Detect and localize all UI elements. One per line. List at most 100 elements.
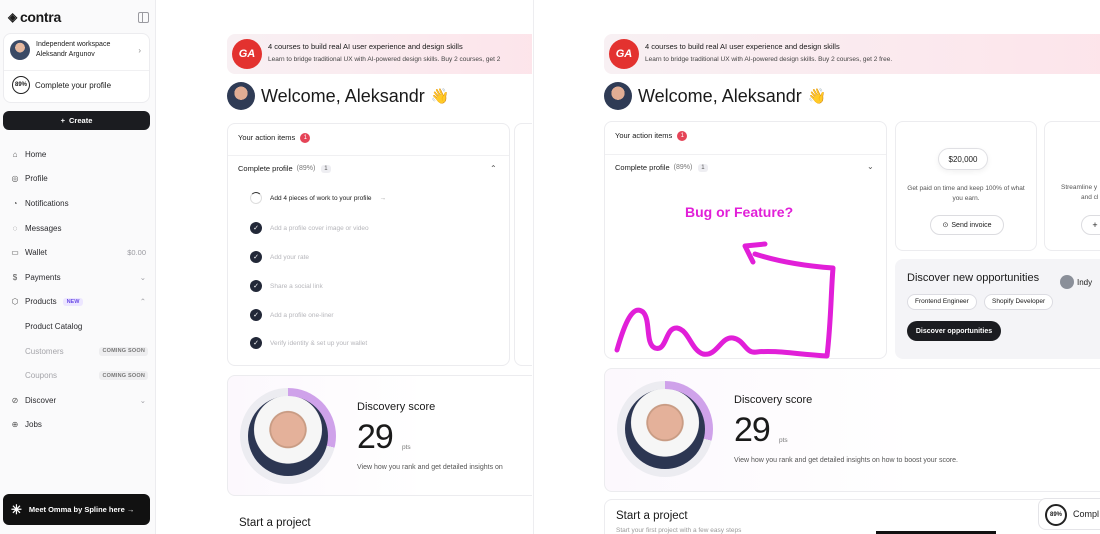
ga-logo: GA (609, 39, 639, 69)
start-project-card[interactable]: Start a project Start your first project… (604, 499, 1100, 534)
count-badge: 1 (677, 131, 688, 142)
count-badge: 1 (300, 133, 311, 144)
dashboard-panel-left: GA 4 courses to build real AI user exper… (157, 0, 532, 534)
invoice-icon: ⊙ (942, 222, 949, 229)
opportunity-tag[interactable]: Shopify Developer (984, 294, 1054, 310)
chevron-down-icon[interactable]: ⌄ (867, 162, 874, 171)
promo-banner[interactable]: GA 4 courses to build real AI user exper… (227, 34, 532, 74)
action-items-title: Your action items 1 (238, 133, 311, 144)
discovery-description: View how you rank and get detailed insig… (357, 464, 503, 471)
indy-chip: Indy (1060, 275, 1092, 289)
wallet-balance: $0.00 (127, 248, 146, 258)
profile-icon: ◎ (11, 174, 19, 184)
promo-banner[interactable]: GA 4 courses to build real AI user exper… (604, 34, 1100, 74)
wave-emoji: 👋 (430, 88, 450, 105)
collapse-sidebar-icon[interactable] (138, 12, 149, 23)
spline-logo-icon: ✳ (11, 501, 22, 517)
welcome-heading: Welcome, Aleksandr 👋 (227, 82, 449, 110)
chevron-down-icon: ⌄ (139, 395, 146, 405)
sidebar-item-jobs[interactable]: ⊕ Jobs (0, 413, 156, 438)
sidebar-item-customers: Customers COMING SOON (0, 339, 156, 364)
promo-title: 4 courses to build real AI user experien… (645, 42, 840, 51)
contra-logo-icon: ◈ (8, 10, 17, 24)
sidebar-item-payments[interactable]: $ Payments ⌄ (0, 265, 156, 290)
feature-text: Streamline y (1061, 184, 1098, 191)
discovery-score: 29 (357, 418, 394, 456)
task-item[interactable]: ✓ Share a social link (250, 280, 323, 292)
sidebar-item-profile[interactable]: ◎ Profile (0, 167, 156, 192)
discovery-score: 29 (734, 411, 771, 449)
sidebar: ◈ contra Independent workspace Aleksandr… (0, 0, 156, 534)
discovery-progress-ring (240, 388, 336, 484)
sidebar-item-notifications[interactable]: ◔ Notifications (0, 191, 156, 216)
wave-emoji: 👋 (807, 88, 827, 105)
sidebar-item-product-catalog[interactable]: Product Catalog (0, 314, 156, 339)
coming-soon-badge: COMING SOON (99, 371, 148, 381)
dollar-icon: $ (12, 272, 18, 282)
action-items-card: Your action items 1 Complete profile (89%… (604, 121, 887, 359)
discovery-title: Discovery score (357, 401, 436, 413)
workspace-switcher[interactable]: Independent workspace Aleksandr Argunov (10, 40, 110, 60)
check-icon: ✓ (250, 251, 262, 263)
discovery-title: Discovery score (734, 394, 813, 406)
opportunities-card: Discover new opportunities Frontend Engi… (895, 259, 1100, 359)
complete-profile-widget[interactable]: 89% Compl (1038, 498, 1100, 530)
profile-progress-ring: 89% (12, 76, 30, 94)
page-title: Welcome, Aleksandr (261, 85, 425, 106)
start-project-subtitle: Start your first project with a few easy… (616, 527, 742, 534)
score-unit: pts (402, 444, 411, 451)
start-project-title: Start a project (239, 517, 311, 529)
complete-profile-toggle[interactable]: Complete profile (89%) 1 (615, 163, 708, 172)
complete-profile-label: Compl (1073, 509, 1100, 519)
discover-opportunities-button[interactable]: Discover opportunities (907, 321, 1001, 341)
avatar (1060, 275, 1074, 289)
action-items-title: Your action items 1 (615, 131, 688, 142)
sidebar-item-wallet[interactable]: ▭ Wallet $0.00 (0, 240, 156, 265)
dashboard-panel-right: GA 4 courses to build real AI user exper… (533, 0, 1100, 534)
task-item[interactable]: ✓ Add your rate (250, 251, 309, 263)
page-title: Welcome, Aleksandr (638, 85, 802, 106)
check-icon: ✓ (250, 280, 262, 292)
promo-subtitle: Learn to bridge traditional UX with AI-p… (268, 56, 501, 63)
side-card (514, 123, 532, 366)
complete-profile-toggle[interactable]: Complete profile (89%) 1 (238, 164, 331, 173)
chevron-up-icon[interactable]: ⌃ (490, 164, 497, 173)
coming-soon-badge: COMING SOON (99, 346, 148, 356)
complete-profile-link[interactable]: 89% Complete your profile (12, 76, 111, 94)
sidebar-item-discover[interactable]: ⊘ Discover ⌄ (0, 388, 156, 413)
score-unit: pts (779, 437, 788, 444)
discovery-score-card[interactable]: Discovery score 29 pts View how you rank… (604, 368, 1100, 492)
invoice-amount-chip: $20,000 (938, 148, 988, 170)
welcome-heading: Welcome, Aleksandr 👋 (604, 82, 826, 110)
workspace-user: Aleksandr Argunov (36, 51, 95, 58)
wallet-icon: ▭ (11, 248, 19, 258)
task-item[interactable]: ✓ Add a profile one-liner (250, 309, 334, 321)
sidebar-item-home[interactable]: ⌂ Home (0, 142, 156, 167)
opportunity-tag[interactable]: Frontend Engineer (907, 294, 977, 310)
sidebar-item-products[interactable]: ⬡ Products NEW ⌃ (0, 290, 156, 315)
avatar (604, 82, 632, 110)
check-icon: ✓ (250, 309, 262, 321)
action-items-card: Your action items 1 Complete profile (89%… (227, 123, 510, 366)
add-button[interactable]: + (1081, 215, 1100, 235)
divider (228, 155, 509, 156)
task-item[interactable]: ✓ Add a profile cover image or video (250, 222, 369, 234)
create-button[interactable]: + Create (3, 111, 150, 130)
chevron-right-icon[interactable]: › (138, 46, 141, 55)
task-item[interactable]: Add 4 pieces of work to your profile → (250, 192, 386, 204)
omma-promo-button[interactable]: ✳ Meet Omma by Spline here → (3, 494, 150, 525)
discovery-description: View how you rank and get detailed insig… (734, 457, 959, 464)
task-item[interactable]: ✓ Verify identity & set up your wallet (250, 337, 367, 349)
sidebar-item-coupons: Coupons COMING SOON (0, 363, 156, 388)
invoice-description: Get paid on time and keep 100% of what y… (907, 185, 1025, 202)
discovery-score-card[interactable]: Discovery score 29 pts View how you rank… (227, 375, 532, 496)
complete-profile-label: Complete your profile (35, 80, 112, 90)
profile-photo (248, 396, 328, 476)
contra-logo[interactable]: ◈ contra (8, 9, 61, 25)
invoice-card: $20,000 Get paid on time and keep 100% o… (895, 121, 1037, 251)
send-invoice-button[interactable]: ⊙ Send invoice (930, 215, 1004, 235)
bell-icon: ◔ (12, 198, 18, 208)
loading-icon (250, 192, 262, 204)
profile-progress-ring: 89% (1045, 504, 1067, 526)
sidebar-item-messages[interactable]: ◌ Messages (0, 216, 156, 241)
